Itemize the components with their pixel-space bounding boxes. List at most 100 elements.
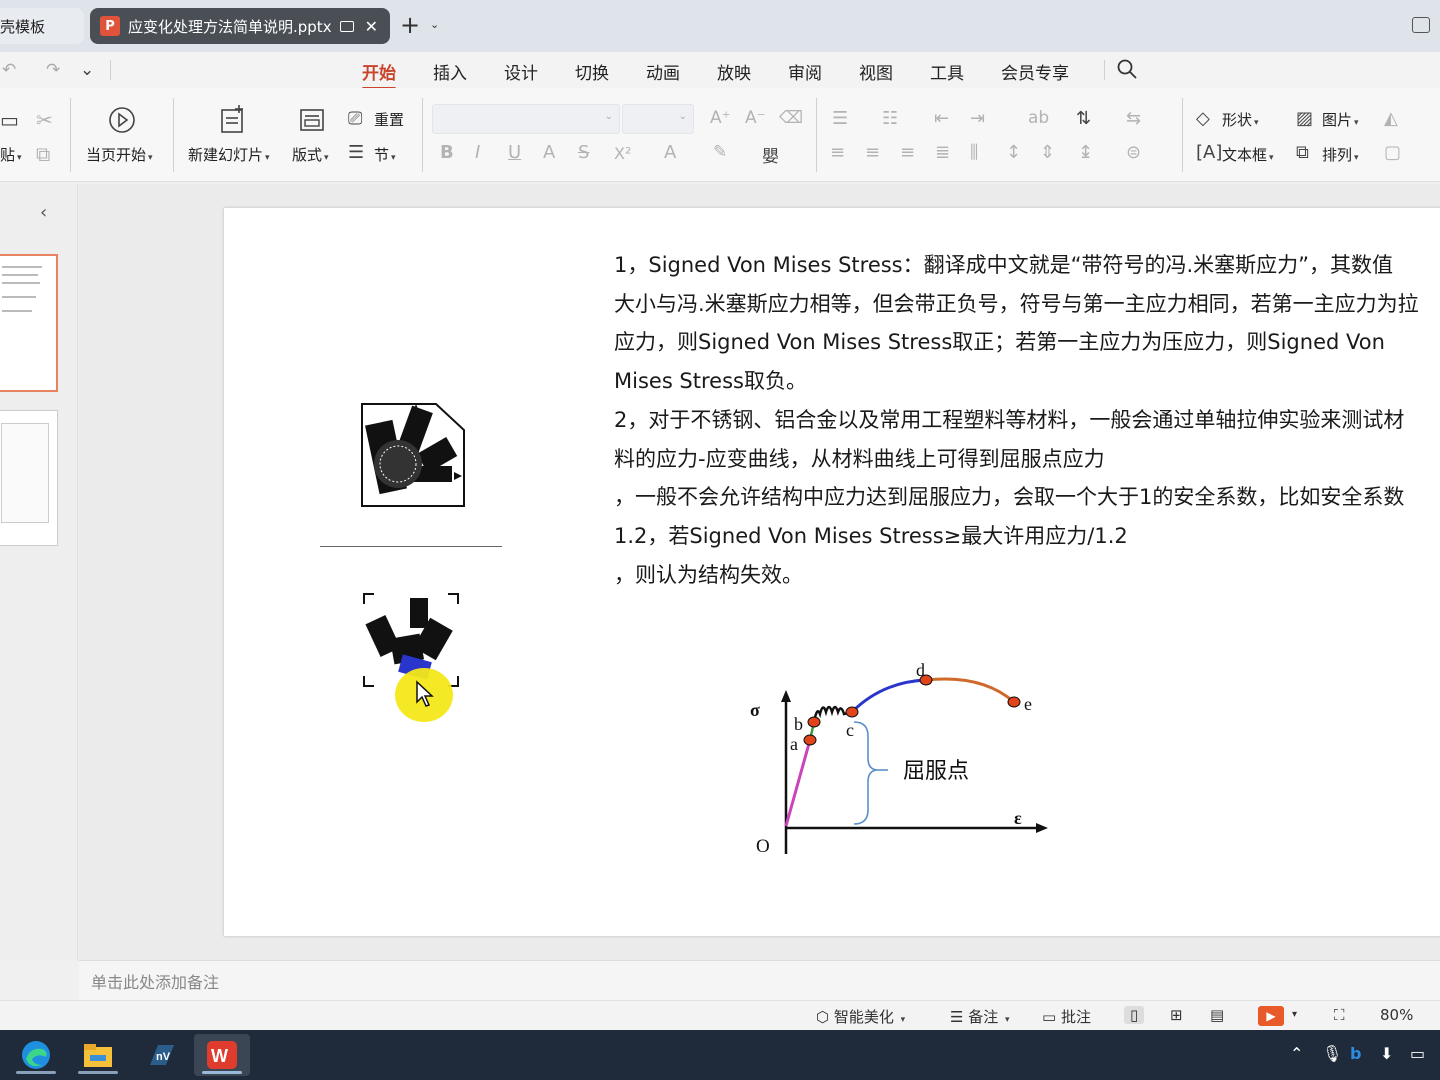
layout-button[interactable]: 版式 ▾	[292, 144, 329, 165]
paste-icon[interactable]: ▭	[0, 108, 19, 132]
font-name-select[interactable]: ⌄	[432, 104, 620, 134]
align-center-icon[interactable]: ≡	[865, 142, 880, 163]
text-direction-icon[interactable]: ab	[1028, 108, 1049, 128]
picture-button[interactable]: 图片 ▾	[1322, 109, 1359, 130]
italic-icon[interactable]: I	[475, 142, 480, 163]
stress-strain-diagram[interactable]: σ ε O a b c d e 屈服点	[744, 654, 1054, 860]
edge-browser-icon[interactable]	[8, 1034, 64, 1076]
collapse-panel-icon[interactable]: ‹	[40, 202, 47, 223]
search-icon[interactable]	[1116, 58, 1138, 80]
fit-window-icon[interactable]: ⛶	[1334, 1006, 1345, 1024]
smart-beautify-button[interactable]: ⬡ 智能美化 ▾	[816, 1006, 905, 1027]
normal-view-icon[interactable]: ▯	[1124, 1006, 1145, 1024]
comment-button[interactable]: ▭ 批注	[1042, 1006, 1091, 1027]
menu-tools[interactable]: 工具	[930, 59, 964, 84]
menu-slideshow[interactable]: 放映	[717, 59, 751, 84]
textbox-icon[interactable]: [A]	[1196, 142, 1222, 163]
paragraph-spacing-icon[interactable]: ⇕	[1040, 142, 1055, 163]
section-button[interactable]: 节 ▾	[374, 144, 396, 165]
quick-access-more[interactable]: ⌄	[80, 60, 94, 80]
textbox-button[interactable]: 文本框 ▾	[1222, 144, 1274, 165]
layout-icon[interactable]	[299, 108, 325, 132]
double-strike-icon[interactable]: S	[578, 142, 589, 163]
bing-icon[interactable]: b	[1350, 1044, 1361, 1063]
indent-icon[interactable]: ⇥	[970, 108, 985, 129]
new-slide-button[interactable]: 新建幻灯片 ▾	[188, 144, 270, 165]
notes-pane[interactable]: 单击此处添加备注	[79, 960, 1440, 1000]
text-align-icon[interactable]: ⊜	[1126, 142, 1141, 163]
superscript-icon[interactable]: X²	[614, 144, 631, 163]
line-spacing-icon[interactable]: ↕	[1006, 142, 1021, 163]
slide-text-box[interactable]: 1，Signed Von Mises Stress：翻译成中文就是“带符号的冯.…	[614, 246, 1440, 594]
new-slide-icon[interactable]	[219, 104, 247, 134]
slide-thumbnail-1[interactable]	[0, 254, 58, 392]
justify-icon[interactable]: ≣	[935, 142, 950, 163]
menu-insert[interactable]: 插入	[433, 59, 467, 84]
sort-icon[interactable]: ⇅	[1076, 108, 1091, 129]
reset-icon[interactable]: ⎚	[348, 108, 362, 129]
cut-icon[interactable]: ✂	[36, 108, 53, 132]
download-icon[interactable]: ⬇	[1380, 1044, 1393, 1063]
play-slideshow-button[interactable]: ▶	[1258, 1006, 1284, 1026]
fill-icon[interactable]: ◭	[1384, 108, 1398, 129]
slideshow-dropdown[interactable]: ▾	[1292, 1009, 1297, 1020]
shrink-font-icon[interactable]: A⁻	[745, 108, 766, 128]
zoom-level[interactable]: 80%	[1380, 1006, 1413, 1024]
section-icon[interactable]: ☰	[348, 142, 364, 163]
menu-review[interactable]: 审阅	[788, 59, 822, 84]
copy-icon[interactable]: ⧉	[36, 142, 50, 166]
paste-button[interactable]: 贴 ▾	[0, 144, 22, 165]
redo-button[interactable]: ↷	[46, 60, 60, 80]
window-layout-icon[interactable]	[1412, 17, 1430, 33]
columns-icon[interactable]: ↨	[1078, 142, 1093, 163]
reset-button[interactable]: 重置	[374, 109, 404, 130]
from-current-button[interactable]: 当页开始 ▾	[86, 144, 153, 165]
wps-office-icon[interactable]: W	[194, 1034, 250, 1076]
highlight-icon[interactable]: ✎	[713, 142, 727, 162]
menu-design[interactable]: 设计	[504, 59, 538, 84]
outdent-icon[interactable]: ⇤	[934, 108, 949, 129]
numbering-icon[interactable]: ☷	[882, 108, 898, 129]
close-tab-button[interactable]: ✕	[365, 17, 378, 36]
grow-font-icon[interactable]: A⁺	[710, 108, 731, 128]
underline-icon[interactable]: U	[508, 142, 521, 163]
menu-animation[interactable]: 动画	[646, 59, 680, 84]
convert-icon[interactable]: ⇆	[1126, 108, 1141, 129]
distribute-icon[interactable]: ⫼	[970, 142, 978, 163]
new-tab-dropdown[interactable]: ⌄	[430, 18, 439, 31]
menu-transition[interactable]: 切换	[575, 59, 609, 84]
menu-home[interactable]: 开始	[362, 59, 396, 90]
strain-gauge-rosette-image[interactable]	[358, 400, 468, 510]
sorter-view-icon[interactable]: ⊞	[1170, 1006, 1183, 1024]
battery-icon[interactable]: ▭	[1410, 1044, 1425, 1063]
align-left-icon[interactable]: ≡	[830, 142, 845, 163]
play-icon[interactable]	[108, 106, 136, 134]
picture-icon[interactable]: ▨	[1296, 108, 1313, 129]
font-size-select[interactable]: ⌄	[622, 104, 694, 134]
strike-icon[interactable]: A	[543, 142, 555, 163]
align-right-icon[interactable]: ≡	[900, 142, 915, 163]
arrange-button[interactable]: 排列 ▾	[1322, 144, 1359, 165]
font-color-icon[interactable]: A	[664, 142, 676, 163]
new-tab-button[interactable]: +	[400, 12, 420, 38]
slide-thumbnail-2[interactable]	[0, 410, 58, 546]
tab-document[interactable]: P 应变化处理方法简单说明.pptx ✕	[90, 8, 390, 44]
shape-button[interactable]: 形状 ▾	[1222, 109, 1259, 130]
menu-view[interactable]: 视图	[859, 59, 893, 84]
shape-icon[interactable]: ◇	[1196, 108, 1210, 129]
microphone-icon[interactable]: 🎙	[1322, 1044, 1342, 1063]
tab-template[interactable]: 壳模板	[0, 8, 84, 44]
bold-icon[interactable]: B	[440, 142, 454, 163]
reading-view-icon[interactable]: ▤	[1210, 1006, 1224, 1024]
slide-canvas[interactable]: 1，Signed Von Mises Stress：翻译成中文就是“带符号的冯.…	[224, 208, 1440, 936]
outline-icon[interactable]: ▢	[1384, 142, 1401, 163]
menu-member[interactable]: 会员专享	[1001, 59, 1069, 84]
file-explorer-icon[interactable]	[70, 1034, 126, 1076]
notes-toggle-button[interactable]: ☰ 备注 ▾	[950, 1006, 1010, 1027]
phonetic-icon[interactable]: 嬰	[762, 142, 779, 167]
bullets-icon[interactable]: ☰	[832, 108, 848, 129]
undo-button[interactable]: ↶	[2, 60, 16, 80]
clear-format-icon[interactable]: ⌫	[779, 108, 803, 128]
arrange-icon[interactable]: ⧉	[1296, 142, 1309, 163]
tray-expand-icon[interactable]: ⌃	[1290, 1044, 1303, 1063]
